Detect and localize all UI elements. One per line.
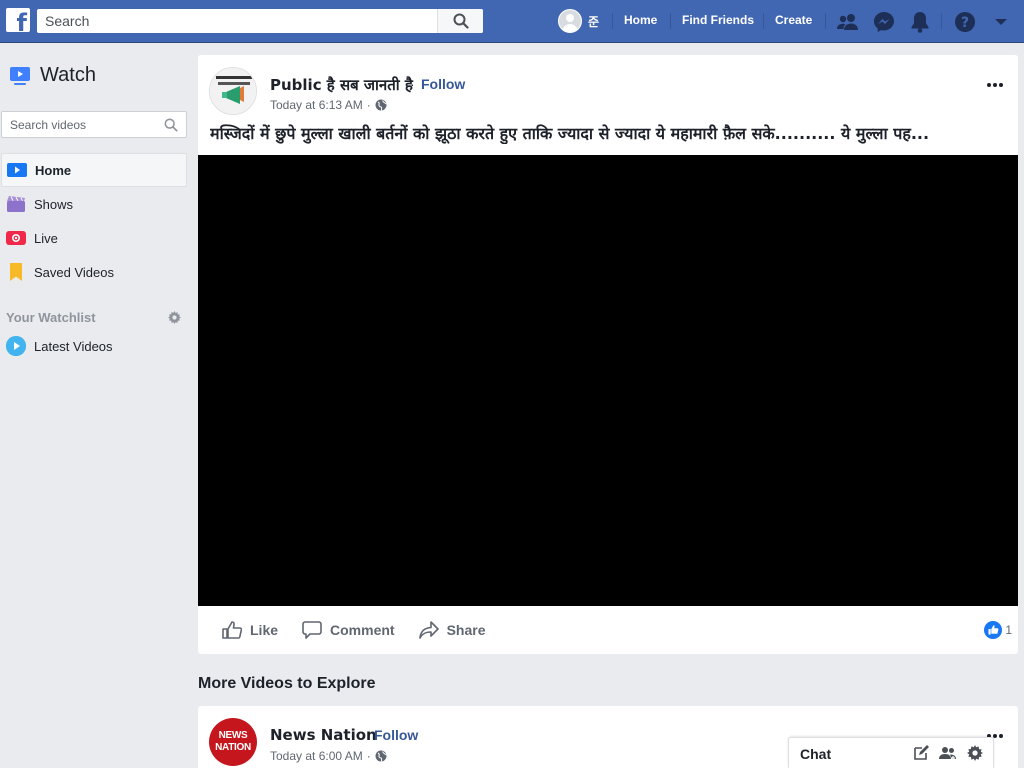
- svg-text:?: ?: [961, 15, 969, 31]
- profile-link[interactable]: 준: [558, 9, 599, 33]
- watchlist-heading: Your Watchlist: [6, 310, 96, 325]
- globe-icon[interactable]: [375, 750, 387, 762]
- video-search-input[interactable]: [2, 112, 152, 137]
- search-icon[interactable]: [164, 118, 178, 137]
- dropdown-arrow-icon[interactable]: [989, 10, 1013, 34]
- watch-home-icon: [7, 160, 27, 180]
- video-player[interactable]: [198, 155, 1018, 606]
- post-time-text[interactable]: Today at 6:13 AM: [270, 98, 363, 112]
- nav-divider: [941, 13, 942, 29]
- search-icon: [453, 13, 469, 29]
- avatar: [558, 9, 582, 33]
- sidebar-item-label: Live: [34, 230, 58, 246]
- friend-requests-icon[interactable]: [836, 10, 860, 34]
- latest-videos-icon: [6, 336, 26, 356]
- nav-divider: [612, 13, 613, 29]
- like-reaction-icon: [984, 621, 1003, 639]
- post-timestamp: Today at 6:00 AM ·: [270, 749, 387, 763]
- page-title: Watch: [40, 64, 96, 86]
- watch-header: Watch: [9, 64, 96, 87]
- facebook-logo-letter: f: [16, 9, 27, 37]
- nav-find-friends-link[interactable]: Find Friends: [682, 13, 754, 27]
- nav-create-link[interactable]: Create: [775, 13, 812, 27]
- video-search: [1, 111, 187, 138]
- comment-icon: [302, 621, 322, 639]
- name-separator: ·: [362, 727, 367, 743]
- post-options-menu[interactable]: [986, 71, 1004, 94]
- name-separator: ·: [410, 76, 415, 92]
- chat-tab[interactable]: Chat: [788, 737, 994, 768]
- comment-label: Comment: [330, 622, 395, 638]
- sidebar-item-shows[interactable]: Shows: [1, 187, 187, 221]
- chat-label: Chat: [800, 746, 832, 762]
- thumbs-up-icon: [222, 621, 242, 639]
- like-button[interactable]: Like: [222, 621, 278, 639]
- section-heading: More Videos to Explore: [198, 675, 376, 692]
- page-name-link[interactable]: Public है सब जानती है: [270, 75, 413, 95]
- reaction-count: 1: [1005, 623, 1012, 637]
- username: 준: [588, 14, 600, 29]
- news-nation-logo[interactable]: NEWS NATION: [209, 718, 257, 766]
- sidebar-item-label: Home: [35, 162, 72, 178]
- post-time-text[interactable]: Today at 6:00 AM: [270, 749, 363, 763]
- shows-icon: [6, 194, 26, 214]
- nav-divider: [825, 13, 826, 29]
- help-icon[interactable]: ?: [953, 10, 977, 34]
- page-avatar[interactable]: [209, 67, 257, 115]
- post-timestamp: Today at 6:13 AM ·: [270, 98, 387, 112]
- watch-icon: [10, 66, 30, 85]
- new-message-icon[interactable]: [913, 745, 929, 766]
- sidebar-item-label: Shows: [34, 196, 74, 212]
- nav-home-link[interactable]: Home: [624, 13, 657, 27]
- nav-divider: [670, 13, 671, 29]
- top-navigation-bar: f 준 Home Find Friends Create ?: [0, 0, 1024, 43]
- nav-divider: [763, 13, 764, 29]
- sidebar-item-saved-videos[interactable]: Saved Videos: [1, 255, 187, 289]
- watchlist-settings-gear-icon[interactable]: [168, 311, 181, 329]
- facebook-logo[interactable]: f: [6, 8, 30, 37]
- sidebar-item-label: Saved Videos: [34, 264, 114, 280]
- share-label: Share: [446, 622, 486, 638]
- sidebar-item-latest-videos[interactable]: Latest Videos: [6, 336, 113, 356]
- more-options-icon: [987, 83, 1003, 87]
- share-button[interactable]: Share: [418, 621, 486, 639]
- messenger-icon[interactable]: [872, 10, 896, 34]
- chat-settings-gear-icon[interactable]: [967, 745, 983, 766]
- live-icon: [6, 228, 26, 248]
- share-icon: [418, 621, 439, 639]
- logo-text-line1: NEWS: [218, 730, 248, 741]
- follow-button[interactable]: Follow: [421, 76, 465, 92]
- time-separator: ·: [366, 749, 371, 763]
- search-button[interactable]: [437, 9, 483, 33]
- create-group-icon[interactable]: [939, 745, 957, 766]
- time-separator: ·: [366, 98, 371, 112]
- video-post: Public है सब जानती है · Follow Today at …: [198, 55, 1018, 654]
- post-text: मस्जिदों में छुपे मुल्ला खाली बर्तनों को…: [210, 124, 930, 143]
- comment-button[interactable]: Comment: [302, 621, 395, 639]
- page-name-link[interactable]: News Nation: [270, 726, 377, 744]
- global-search-input[interactable]: [37, 9, 437, 33]
- sidebar-item-home[interactable]: Home: [1, 153, 187, 187]
- global-search: [37, 9, 483, 33]
- follow-button[interactable]: Follow: [374, 727, 418, 743]
- like-label: Like: [250, 622, 279, 638]
- globe-icon[interactable]: [375, 99, 387, 111]
- notifications-icon[interactable]: [908, 10, 932, 34]
- post-actions: Like Comment Share 1: [198, 606, 1018, 654]
- logo-text-line2: NATION: [215, 742, 251, 753]
- sidebar-item-live[interactable]: Live: [1, 221, 187, 255]
- reaction-summary[interactable]: 1: [984, 621, 1012, 639]
- sidebar-item-label: Latest Videos: [34, 338, 113, 354]
- saved-videos-icon: [6, 262, 26, 282]
- watch-navigation: Home Shows Live Saved Videos: [1, 153, 187, 289]
